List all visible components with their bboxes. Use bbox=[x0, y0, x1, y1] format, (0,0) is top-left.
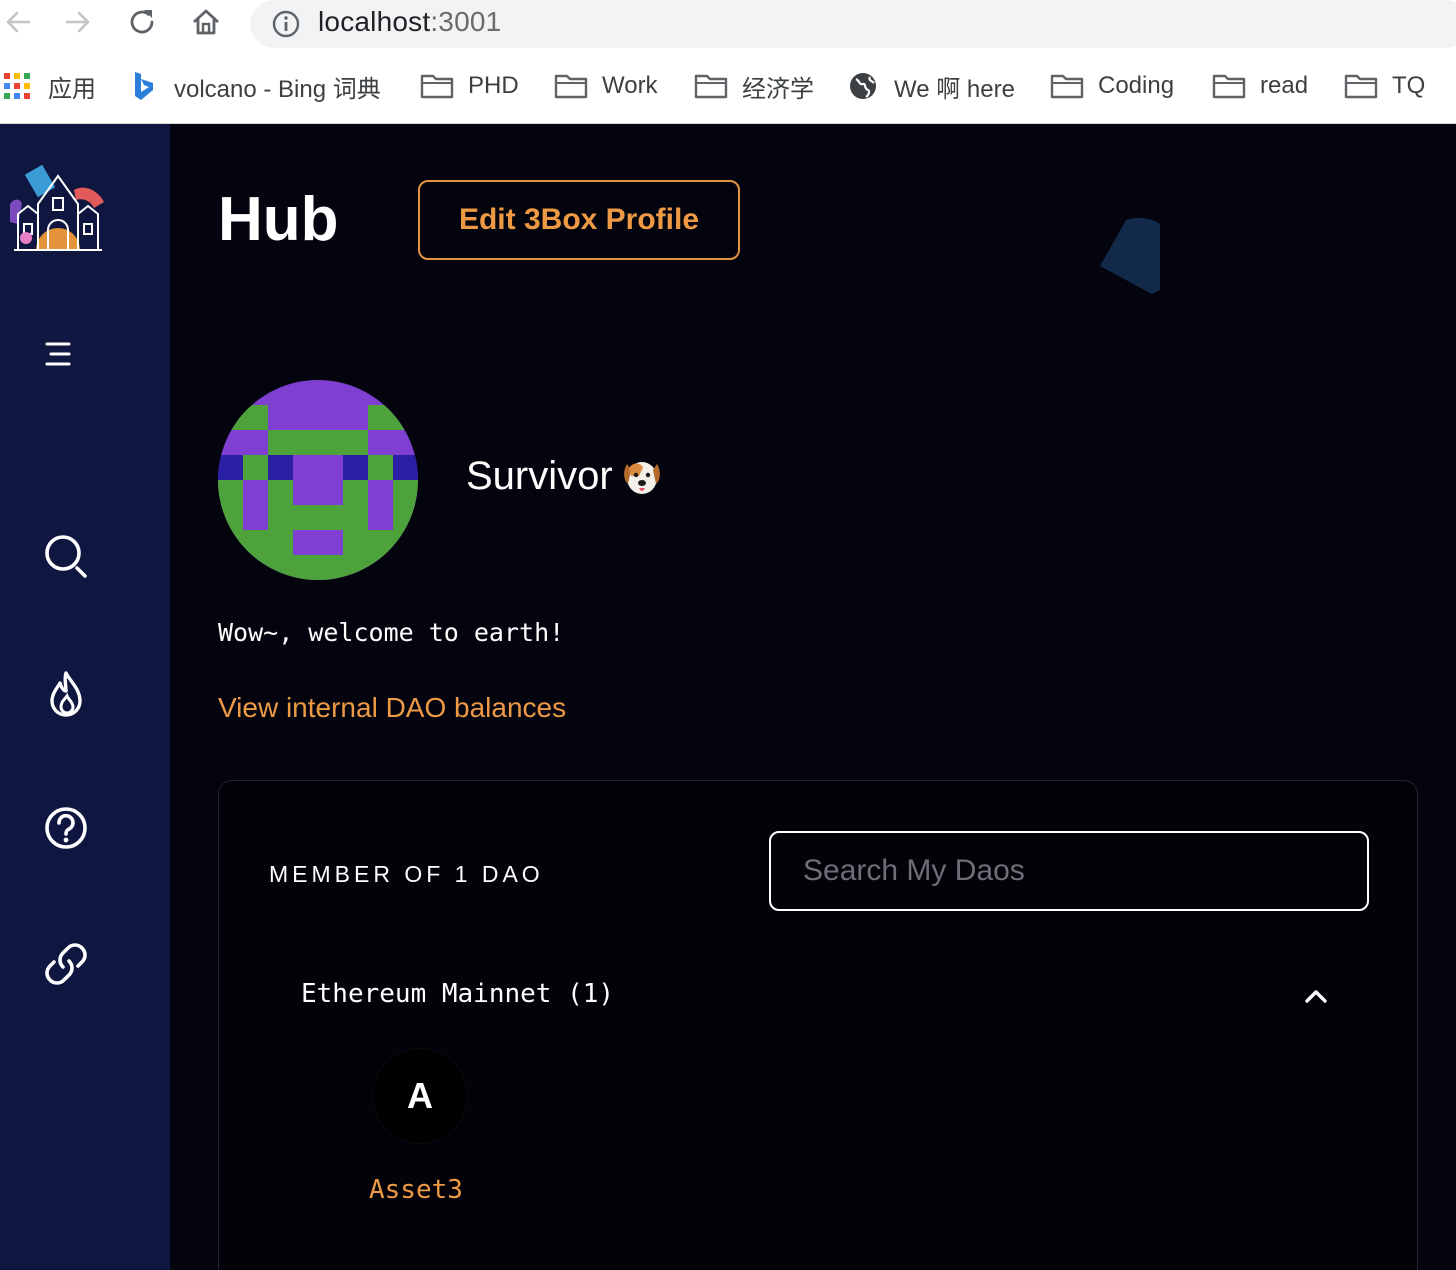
url-port: :3001 bbox=[430, 6, 502, 37]
profile-name-text: Survivor bbox=[466, 454, 613, 498]
flame-icon[interactable] bbox=[42, 668, 90, 720]
app-root: Hub Edit 3Box Profile Survivor Wow~, wel… bbox=[0, 124, 1456, 1270]
dao-panel: MEMBER OF 1 DAO Ethereum Mainnet (1) A A… bbox=[218, 780, 1418, 1270]
dog-face-icon bbox=[621, 456, 663, 498]
bookmarks-bar: 应用 volcano - Bing 词典 PHD Work 经济学 We 啊 h… bbox=[0, 62, 1456, 112]
bookmark-coding[interactable]: Coding bbox=[1050, 68, 1174, 104]
bookmark-label: volcano - Bing 词典 bbox=[174, 75, 381, 103]
bookmark-label: read bbox=[1260, 72, 1309, 99]
menu-icon[interactable] bbox=[38, 334, 78, 374]
decorative-shape bbox=[1100, 217, 1160, 294]
edit-profile-button[interactable]: Edit 3Box Profile bbox=[418, 180, 740, 260]
bookmark-label: Work bbox=[602, 72, 658, 99]
bookmark-label: PHD bbox=[468, 72, 519, 99]
link-icon[interactable] bbox=[42, 940, 90, 988]
folder-icon bbox=[420, 72, 454, 100]
view-balances-link[interactable]: View internal DAO balances bbox=[218, 692, 566, 724]
reload-icon[interactable] bbox=[124, 4, 160, 40]
help-icon[interactable] bbox=[42, 804, 90, 852]
folder-icon bbox=[1050, 72, 1084, 100]
chevron-up-icon[interactable] bbox=[1301, 981, 1331, 1011]
apps-grid-icon bbox=[0, 72, 34, 100]
bookmark-read[interactable]: read bbox=[1212, 68, 1308, 104]
folder-icon bbox=[554, 72, 588, 100]
back-icon[interactable] bbox=[0, 4, 36, 40]
search-icon[interactable] bbox=[40, 530, 92, 582]
bookmark-tq[interactable]: TQ bbox=[1344, 68, 1425, 104]
network-section-title[interactable]: Ethereum Mainnet (1) bbox=[301, 979, 614, 1009]
bookmark-work[interactable]: Work bbox=[554, 68, 658, 104]
bookmark-label: TQ bbox=[1392, 72, 1426, 99]
castle-logo-icon[interactable] bbox=[8, 164, 108, 256]
browser-chrome: localhost:3001 应用 volcano - Bing 词典 PHD bbox=[0, 0, 1456, 124]
bing-icon bbox=[126, 72, 160, 100]
folder-icon bbox=[694, 72, 728, 100]
browser-nav-row: localhost:3001 bbox=[0, 0, 1456, 48]
main-content: Hub Edit 3Box Profile Survivor Wow~, wel… bbox=[170, 124, 1456, 1270]
address-bar[interactable]: localhost:3001 bbox=[250, 0, 1456, 48]
bookmark-we-here[interactable]: We 啊 here bbox=[846, 68, 1015, 104]
bookmark-label: Coding bbox=[1098, 72, 1175, 99]
search-daos-input[interactable] bbox=[769, 831, 1369, 911]
url-host: localhost bbox=[318, 6, 431, 37]
page-title: Hub bbox=[218, 185, 339, 254]
avatar[interactable] bbox=[218, 380, 418, 580]
member-count-heading: MEMBER OF 1 DAO bbox=[269, 861, 544, 887]
dao-name-link[interactable]: Asset3 bbox=[369, 1175, 463, 1205]
site-info-icon[interactable] bbox=[270, 8, 302, 40]
forward-icon[interactable] bbox=[60, 4, 96, 40]
folder-icon bbox=[1344, 72, 1378, 100]
bookmark-label: We 啊 here bbox=[894, 75, 1015, 103]
sidebar bbox=[0, 124, 182, 1270]
profile-name: Survivor bbox=[466, 454, 663, 499]
globe-icon bbox=[846, 72, 880, 100]
bookmark-phd[interactable]: PHD bbox=[420, 68, 519, 104]
bookmark-label: 经济学 bbox=[742, 75, 814, 103]
dao-avatar[interactable]: A bbox=[373, 1049, 467, 1143]
bookmark-bing[interactable]: volcano - Bing 词典 bbox=[126, 68, 381, 104]
url-text[interactable]: localhost:3001 bbox=[318, 6, 501, 38]
bookmark-economics[interactable]: 经济学 bbox=[694, 68, 814, 104]
home-icon[interactable] bbox=[188, 4, 224, 40]
bookmark-apps[interactable]: 应用 bbox=[0, 68, 96, 104]
folder-icon bbox=[1212, 72, 1246, 100]
profile-bio: Wow~, welcome to earth! bbox=[218, 618, 565, 647]
bookmark-label: 应用 bbox=[48, 75, 96, 103]
